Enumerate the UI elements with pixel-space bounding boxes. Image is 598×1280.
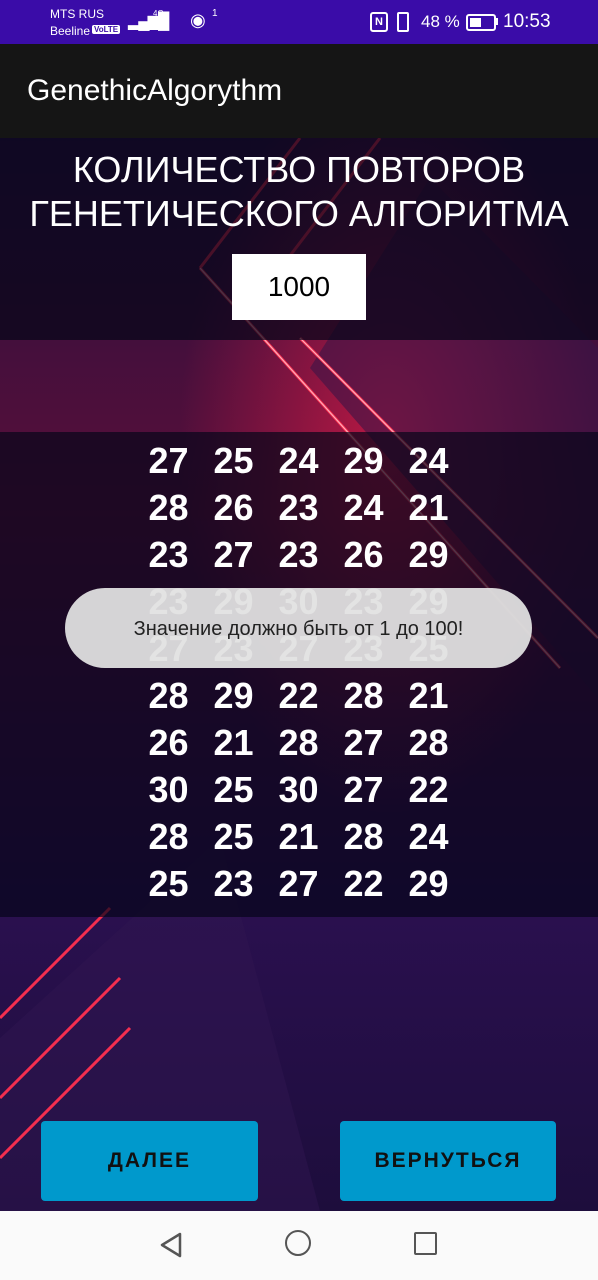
grid-cell: 22	[343, 863, 384, 904]
battery-percent: 48 %	[421, 12, 460, 31]
grid-cell: 28	[343, 816, 384, 857]
grid-cell: 29	[408, 863, 449, 904]
grid-cell: 21	[408, 675, 449, 716]
grid-cell: 22	[278, 675, 319, 716]
grid-row: 25 23 27 22 29	[136, 860, 461, 907]
next-button[interactable]: ДАЛЕЕ	[41, 1121, 258, 1201]
app-bar: GenethicAlgorythm	[0, 44, 598, 138]
grid-cell: 29	[343, 440, 384, 481]
grid-cell: 27	[343, 769, 384, 810]
grid-cell: 23	[278, 487, 319, 528]
battery-tip	[495, 18, 498, 25]
back-icon[interactable]	[158, 1231, 184, 1259]
carrier-1-label: MTS RUS	[50, 7, 104, 21]
volte-badge: VoLTE	[92, 25, 121, 34]
grid-cell: 30	[278, 769, 319, 810]
population-grid: 2725242924282623242123272326292329302329…	[136, 437, 461, 907]
grid-row: 28 25 21 28 24	[136, 813, 461, 860]
grid-cell: 29	[213, 675, 254, 716]
recents-icon[interactable]	[414, 1232, 437, 1255]
grid-row: 27 25 24 29 24	[136, 437, 461, 484]
vibrate-icon	[397, 12, 409, 32]
grid-row: 23 27 23 26 29	[136, 531, 461, 578]
grid-cell: 21	[213, 722, 254, 763]
grid-cell: 27	[148, 440, 189, 481]
grid-cell: 23	[278, 534, 319, 575]
back-button[interactable]: ВЕРНУТЬСЯ	[340, 1121, 556, 1201]
page-title: КОЛИЧЕСТВО ПОВТОРОВ ГЕНЕТИЧЕСКОГО АЛГОРИ…	[0, 148, 598, 236]
grid-cell: 24	[408, 816, 449, 857]
grid-cell: 27	[213, 534, 254, 575]
home-icon[interactable]	[285, 1230, 311, 1256]
grid-cell: 28	[148, 816, 189, 857]
grid-cell: 28	[148, 487, 189, 528]
grid-cell: 25	[148, 863, 189, 904]
grid-cell: 24	[343, 487, 384, 528]
grid-cell: 25	[213, 816, 254, 857]
app-title: GenethicAlgorythm	[27, 74, 283, 107]
grid-cell: 21	[408, 487, 449, 528]
grid-row: 30 25 30 27 22	[136, 766, 461, 813]
grid-cell: 22	[408, 769, 449, 810]
grid-cell: 30	[148, 769, 189, 810]
grid-cell: 25	[213, 440, 254, 481]
grid-cell: 28	[278, 722, 319, 763]
grid-cell: 27	[278, 863, 319, 904]
grid-cell: 24	[278, 440, 319, 481]
page-title-line-2: ГЕНЕТИЧЕСКОГО АЛГОРИТМА	[29, 193, 569, 234]
grid-cell: 28	[148, 675, 189, 716]
grid-cell: 26	[213, 487, 254, 528]
grid-row: 28 26 23 24 21	[136, 484, 461, 531]
hotspot-count: 1	[212, 8, 218, 19]
grid-cell: 28	[408, 722, 449, 763]
navigation-bar	[0, 1211, 598, 1280]
grid-cell: 27	[343, 722, 384, 763]
toast-message: Значение должно быть от 1 до 100!	[65, 588, 532, 668]
grid-cell: 24	[408, 440, 449, 481]
status-bar: MTS RUS Beeline VoLTE ▂▄▆█ 4G ◉ 1 N 48 %…	[0, 0, 598, 44]
clock: 10:53	[503, 11, 551, 32]
grid-cell: 28	[343, 675, 384, 716]
grid-row: 28 29 22 28 21	[136, 672, 461, 719]
repeats-input[interactable]	[232, 254, 366, 320]
grid-cell: 25	[213, 769, 254, 810]
nfc-icon: N	[370, 12, 388, 32]
grid-cell: 29	[408, 534, 449, 575]
battery-icon	[466, 14, 496, 31]
grid-cell: 23	[148, 534, 189, 575]
network-type-label: 4G	[153, 9, 164, 18]
carrier-2-label: Beeline	[50, 24, 91, 38]
grid-cell: 23	[213, 863, 254, 904]
grid-cell: 26	[343, 534, 384, 575]
page-title-line-1: КОЛИЧЕСТВО ПОВТОРОВ	[72, 149, 526, 190]
grid-cell: 26	[148, 722, 189, 763]
hotspot-icon: ◉	[190, 10, 206, 30]
grid-row: 26 21 28 27 28	[136, 719, 461, 766]
grid-cell: 21	[278, 816, 319, 857]
